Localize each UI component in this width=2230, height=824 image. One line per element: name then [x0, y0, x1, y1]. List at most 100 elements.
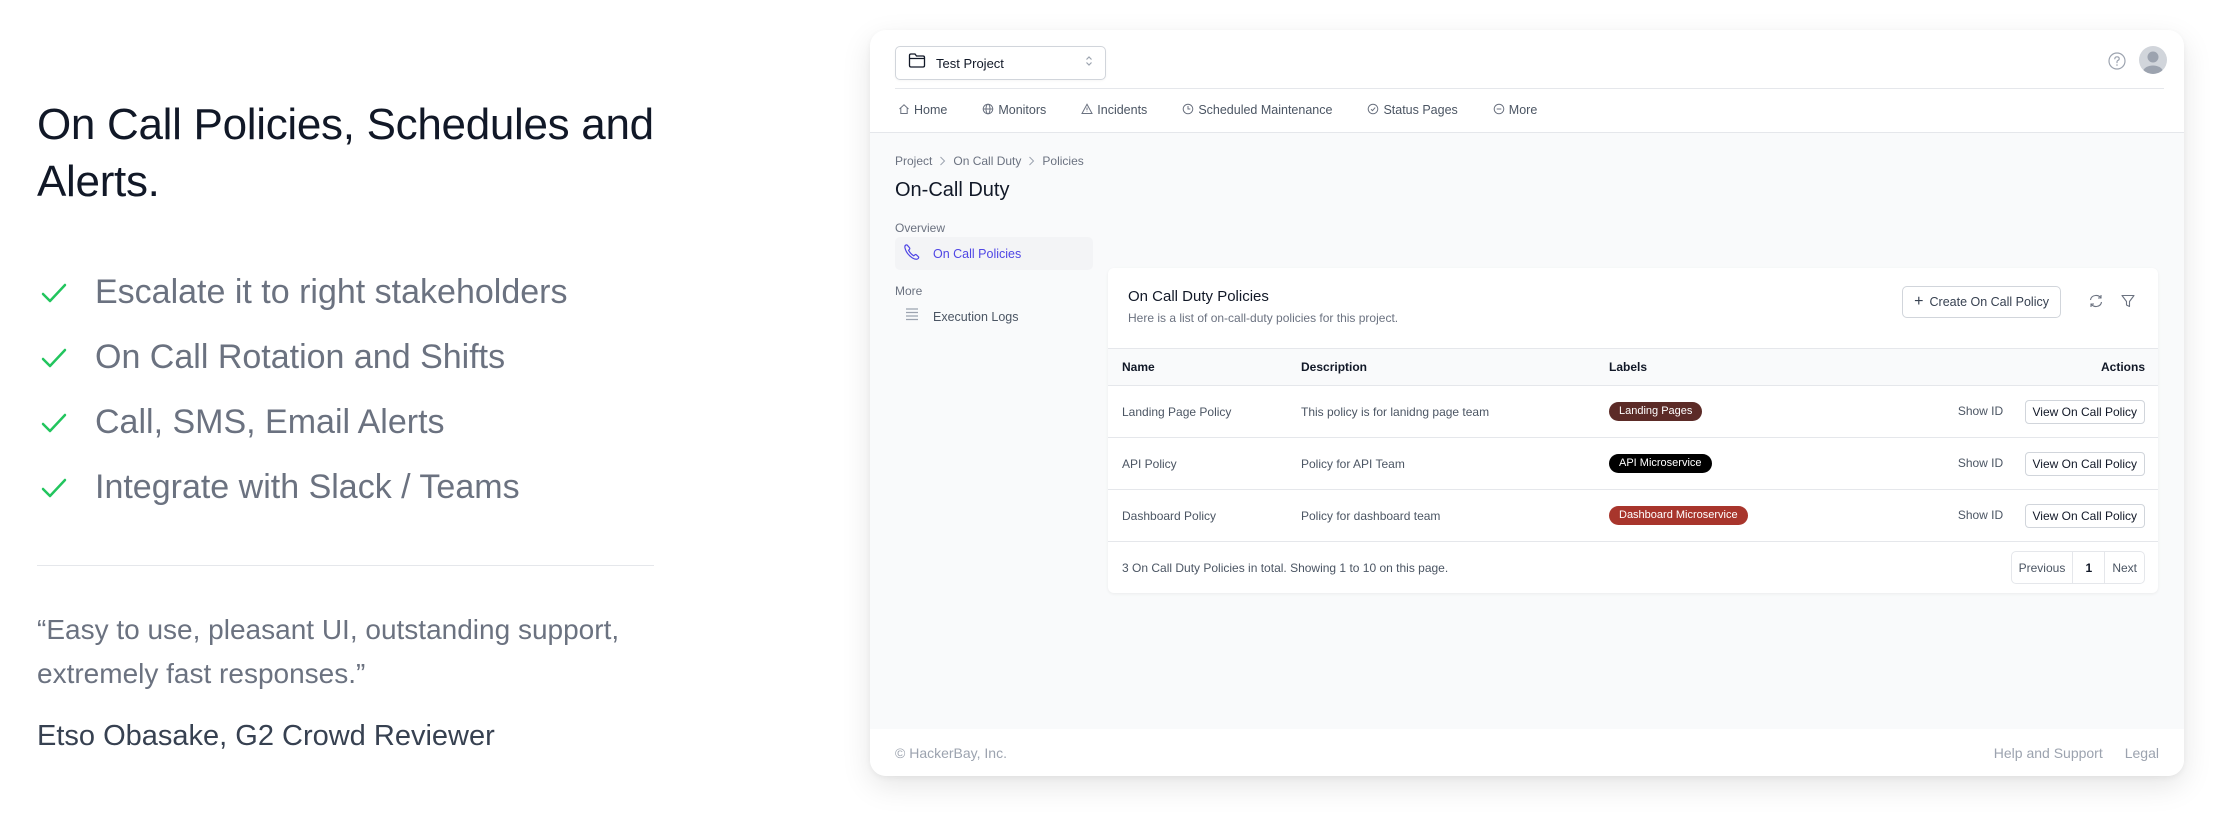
nav-item-status-pages[interactable]: Status Pages [1367, 103, 1458, 118]
phone-icon [903, 243, 933, 264]
home-icon [898, 103, 914, 118]
policy-description: Policy for API Team [1301, 456, 1405, 471]
policy-name: Landing Page Policy [1122, 404, 1232, 419]
feature-text: Integrate with Slack / Teams [95, 468, 520, 506]
plus-icon: + [1914, 293, 1924, 310]
chevron-right-icon [1028, 156, 1035, 166]
feature-text: On Call Rotation and Shifts [95, 338, 506, 376]
view-on-call-policy-button[interactable]: View On Call Policy [2024, 451, 2145, 476]
nav-label: Incidents [1097, 103, 1148, 117]
policies-card: On Call Duty Policies Here is a list of … [1108, 268, 2158, 593]
feature-item: Escalate it to right stakeholders [37, 260, 657, 325]
nav-label: Status Pages [1383, 103, 1458, 117]
main-nav: Home Monitors Incidents Scheduled Mainte… [898, 99, 1572, 121]
section-divider [37, 565, 654, 566]
label-badge: API Microservice [1609, 454, 1712, 473]
show-id-link[interactable]: Show ID [1958, 404, 2003, 418]
nav-item-scheduled-maintenance[interactable]: Scheduled Maintenance [1182, 103, 1332, 118]
project-name: Test Project [936, 55, 1004, 71]
testimonial-author: Etso Obasake, G2 Crowd Reviewer [37, 720, 495, 752]
help-and-support-link[interactable]: Help and Support [1994, 745, 2103, 761]
refresh-icon[interactable] [2088, 293, 2104, 314]
breadcrumb-item[interactable]: On Call Duty [953, 154, 1021, 168]
warning-triangle-icon [1081, 102, 1097, 118]
project-selector[interactable]: Test Project [895, 46, 1106, 80]
globe-icon [982, 103, 998, 118]
show-id-link[interactable]: Show ID [1958, 456, 2003, 470]
folder-icon [908, 53, 926, 73]
filter-icon[interactable] [2120, 293, 2136, 314]
pagination: Previous 1 Next [2010, 551, 2145, 584]
nav-item-incidents[interactable]: Incidents [1081, 102, 1148, 118]
label-badge: Landing Pages [1609, 402, 1703, 421]
legal-link[interactable]: Legal [2125, 745, 2159, 761]
feature-text: Escalate it to right stakeholders [95, 273, 568, 311]
view-on-call-policy-button[interactable]: View On Call Policy [2024, 399, 2145, 424]
card-title: On Call Duty Policies [1128, 288, 1269, 305]
table-header-row: Name Description Labels Actions [1108, 348, 2158, 386]
nav-item-monitors[interactable]: Monitors [982, 103, 1046, 118]
sidebar-heading: Overview [895, 221, 946, 235]
topbar-divider [895, 88, 2164, 89]
breadcrumb: Project On Call Duty Policies [895, 154, 1084, 168]
show-id-link[interactable]: Show ID [1958, 508, 2003, 522]
next-page-button[interactable]: Next [2105, 552, 2144, 583]
column-header-name[interactable]: Name [1108, 349, 1301, 386]
table-row: API Policy Policy for API Team API Micro… [1108, 438, 2158, 490]
button-label: Create On Call Policy [1929, 295, 2050, 309]
nav-item-home[interactable]: Home [898, 103, 947, 118]
view-on-call-policy-button[interactable]: View On Call Policy [2024, 503, 2145, 528]
check-icon [37, 276, 71, 310]
column-header-actions: Actions [2100, 360, 2145, 374]
label-badge: Dashboard Microservice [1609, 506, 1748, 525]
breadcrumb-item[interactable]: Project [895, 154, 932, 168]
marketing-panel: On Call Policies, Schedules and Alerts. … [37, 96, 657, 520]
page-title: On-Call Duty [895, 179, 1010, 201]
sidebar: Overview On Call Policies More Execution… [895, 219, 1093, 345]
app-window: Test Project Home Monitors Incidents Sch… [870, 30, 2184, 776]
feature-list: Escalate it to right stakeholders On Cal… [37, 260, 657, 520]
page-number-button[interactable]: 1 [2072, 552, 2106, 583]
list-icon [903, 307, 933, 326]
testimonial-quote: “Easy to use, pleasant UI, outstanding s… [37, 614, 620, 689]
top-bar: Test Project Home Monitors Incidents Sch… [870, 30, 2184, 133]
nav-item-more[interactable]: More [1493, 103, 1537, 118]
policy-description: This policy is for lanidng page team [1301, 404, 1490, 419]
headline: On Call Policies, Schedules and Alerts. [37, 100, 654, 206]
clock-icon [1182, 103, 1198, 118]
sidebar-item-label: On Call Policies [933, 246, 1022, 261]
policy-name: API Policy [1122, 456, 1177, 471]
chevron-up-down-icon [1085, 54, 1093, 72]
sidebar-heading: More [895, 284, 923, 298]
nav-label: Scheduled Maintenance [1198, 103, 1333, 117]
sidebar-item-execution-logs[interactable]: Execution Logs [895, 300, 1093, 333]
feature-item: On Call Rotation and Shifts [37, 325, 657, 390]
app-footer: © HackerBay, Inc. Help and Support Legal [870, 729, 2184, 776]
policy-description: Policy for dashboard team [1301, 508, 1441, 523]
nav-label: More [1508, 103, 1538, 117]
check-circle-icon [1367, 103, 1383, 118]
minus-circle-icon [1493, 103, 1509, 118]
policy-name: Dashboard Policy [1122, 508, 1217, 523]
feature-item: Call, SMS, Email Alerts [37, 390, 657, 455]
copyright: © HackerBay, Inc. [895, 744, 1007, 761]
previous-page-button[interactable]: Previous [2012, 552, 2073, 583]
nav-label: Monitors [998, 103, 1047, 117]
column-header-description[interactable]: Description [1301, 349, 1609, 386]
check-icon [37, 406, 71, 440]
chevron-right-icon [939, 156, 946, 166]
policies-table: Name Description Labels Actions Landing … [1108, 348, 2158, 542]
feature-text: Call, SMS, Email Alerts [95, 403, 445, 441]
sidebar-item-label: Execution Logs [933, 309, 1019, 324]
column-header-labels[interactable]: Labels [1609, 349, 1909, 386]
help-circle-icon[interactable] [2107, 51, 2127, 71]
user-avatar[interactable] [2139, 46, 2167, 74]
sidebar-item-on-call-policies[interactable]: On Call Policies [895, 237, 1093, 270]
table-row: Dashboard Policy Policy for dashboard te… [1108, 490, 2158, 542]
breadcrumb-item[interactable]: Policies [1042, 154, 1083, 168]
feature-item: Integrate with Slack / Teams [37, 455, 657, 520]
table-summary: 3 On Call Duty Policies in total. Showin… [1122, 561, 1449, 575]
check-icon [37, 471, 71, 505]
card-subtitle: Here is a list of on-call-duty policies … [1128, 311, 1399, 325]
create-on-call-policy-button[interactable]: + Create On Call Policy [1902, 286, 2061, 318]
